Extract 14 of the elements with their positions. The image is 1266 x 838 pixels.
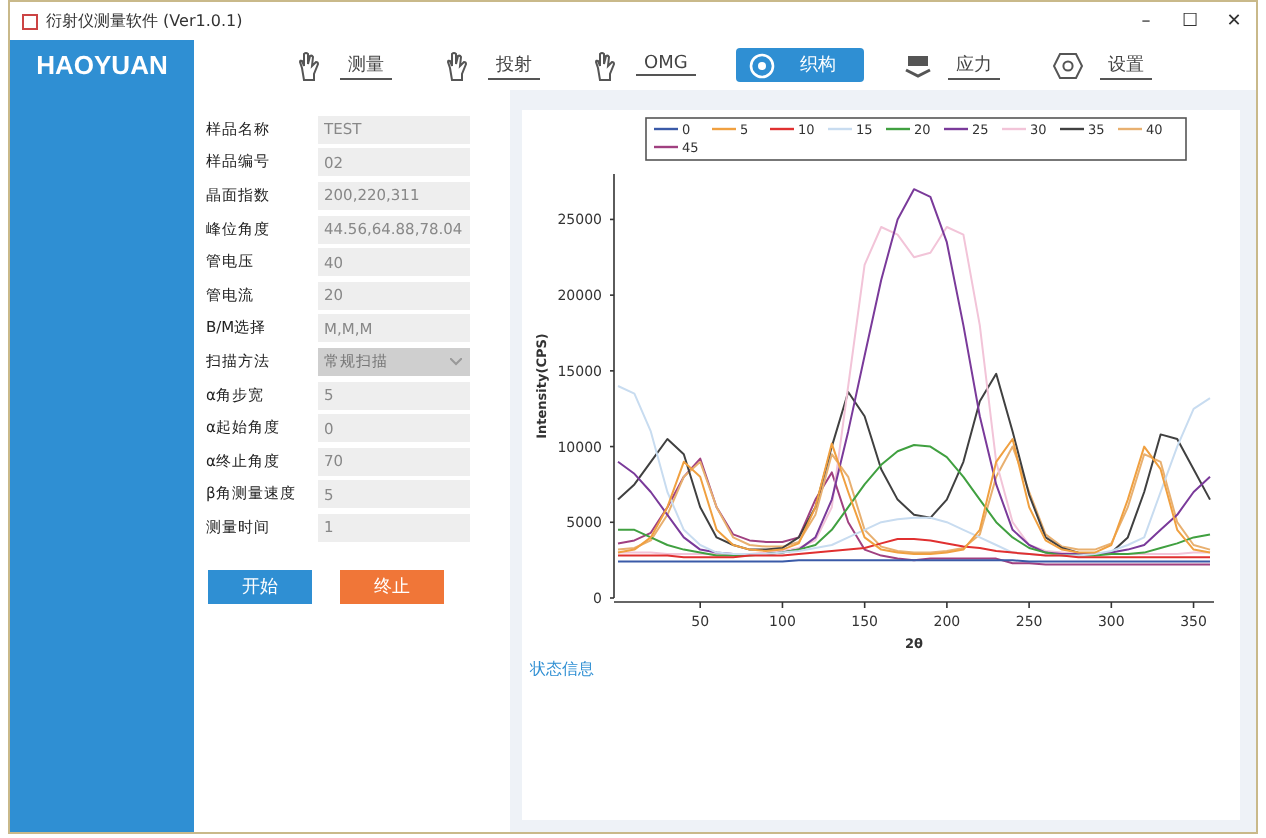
nav-tab[interactable]: 应力: [891, 47, 1012, 83]
nav-tab[interactable]: 设置: [1039, 47, 1164, 83]
nav-tab[interactable]: 测量: [284, 45, 404, 85]
window-control-button[interactable]: –: [1124, 11, 1168, 31]
logo: HAOYUAN: [10, 40, 194, 90]
stop-button[interactable]: 终止: [340, 569, 444, 604]
start-button[interactable]: 开始: [208, 569, 312, 604]
nav-tab[interactable]: 投射: [432, 45, 552, 85]
nav-tab[interactable]: OMG: [580, 45, 708, 85]
status-label: 状态信息: [530, 658, 594, 680]
window-control-button[interactable]: ✕: [1212, 11, 1256, 31]
window-control-button[interactable]: ☐: [1168, 11, 1212, 31]
nav-tab[interactable]: 织构: [735, 48, 864, 82]
window-title: 衍射仪测量软件 (Ver1.0.1): [46, 10, 245, 32]
